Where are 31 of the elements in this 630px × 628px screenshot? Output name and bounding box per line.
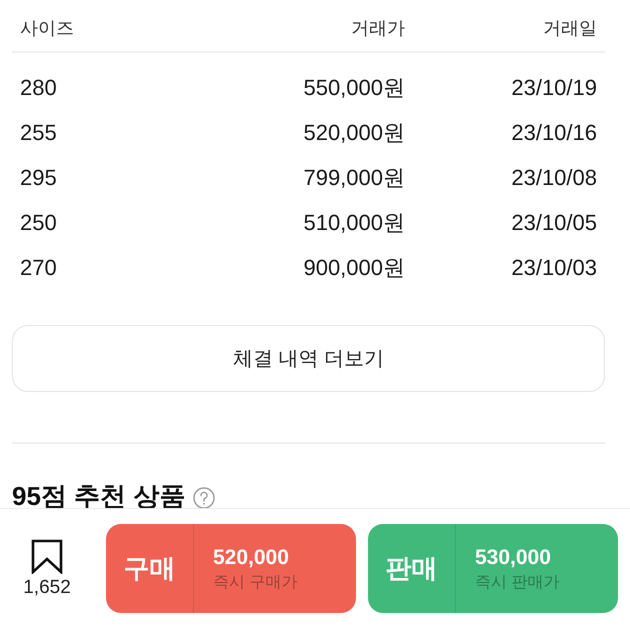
- table-cell-text: 280: [19, 74, 58, 102]
- table-cell-text: 520,000원: [302, 118, 405, 146]
- bookmark-icon[interactable]: [31, 539, 63, 574]
- table-cell-text: 799,000원: [302, 164, 405, 192]
- table-cell-text: 23/10/16: [510, 118, 598, 146]
- column-header: 거래일: [542, 17, 598, 39]
- table-cell-text: 295: [19, 164, 58, 192]
- trade-label: 구매: [106, 524, 194, 613]
- trade-price: 520,000: [213, 544, 290, 570]
- table-cell-text: 250: [19, 208, 58, 236]
- table-cell-text: 510,000원: [302, 208, 405, 236]
- more-history-button[interactable]: 체결 내역 더보기: [12, 325, 605, 392]
- table-cell-text: 900,000원: [302, 254, 405, 282]
- table-cell-text: 23/10/03: [510, 254, 598, 282]
- table-cell-text: 255: [19, 118, 58, 146]
- section-title: 95점 추천 상품: [12, 480, 186, 509]
- table-cell-text: 23/10/08: [510, 164, 598, 192]
- trade-caption: 즉시 구매가: [213, 572, 298, 592]
- trade-price: 530,000: [475, 544, 552, 570]
- column-header: 거래가: [350, 17, 405, 39]
- trade-button[interactable]: 구매 520,000 즉시 구매가: [106, 524, 356, 613]
- table-cell-text: 23/10/05: [510, 208, 598, 236]
- table-cell-text: 550,000원: [302, 74, 405, 102]
- table-cell-text: 23/10/19: [510, 74, 598, 102]
- column-header: 사이즈: [19, 17, 75, 39]
- help-icon[interactable]: [193, 487, 216, 509]
- trade-button[interactable]: 판매 530,000 즉시 판매가: [368, 524, 618, 613]
- table-cell-text: 270: [19, 254, 58, 282]
- bookmark-count: 1,652: [23, 576, 71, 600]
- trade-label: 판매: [368, 524, 456, 613]
- trade-caption: 즉시 판매가: [475, 572, 560, 592]
